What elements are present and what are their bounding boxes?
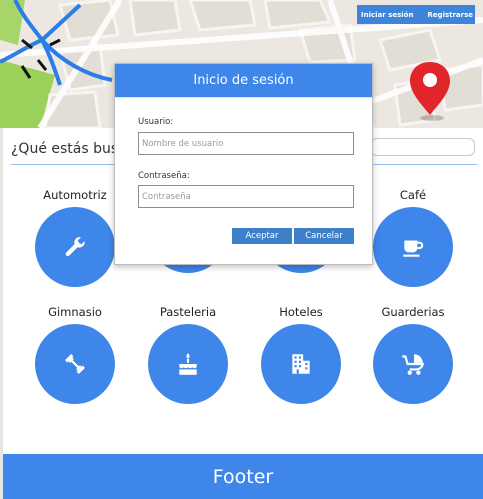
accept-button[interactable]: Aceptar — [232, 228, 292, 244]
category-button[interactable] — [35, 207, 115, 287]
category-label: Automotriz — [43, 188, 107, 202]
cake-icon — [179, 353, 197, 375]
username-label: Usuario: — [138, 117, 174, 127]
stroller-icon — [402, 354, 425, 375]
password-label: Contraseña: — [138, 171, 190, 181]
category-button[interactable] — [373, 324, 453, 404]
category-label: Guarderias — [381, 305, 445, 319]
category-hoteles[interactable]: Hoteles — [251, 305, 351, 404]
search-label: ¿Qué estás bus — [11, 141, 119, 157]
auth-bar: Iniciar sesión Registrarse — [357, 5, 475, 24]
category-button[interactable] — [373, 207, 453, 287]
category-button[interactable] — [261, 324, 341, 404]
modal-title: Inicio de sesión — [193, 73, 294, 88]
coffee-cup-icon — [403, 240, 424, 257]
category-gimnasio[interactable]: Gimnasio — [25, 305, 125, 404]
category-button[interactable] — [35, 324, 115, 404]
password-field[interactable] — [138, 185, 354, 208]
footer: Footer — [3, 454, 483, 499]
category-guarderias[interactable]: Guarderias — [363, 305, 463, 404]
category-button[interactable] — [148, 324, 228, 404]
login-modal: Inicio de sesión Usuario: Contraseña: Ac… — [114, 63, 373, 265]
wrench-icon — [65, 237, 85, 257]
category-cafe[interactable]: Café — [363, 188, 463, 287]
username-field[interactable] — [138, 132, 354, 155]
dumbbell-icon — [65, 354, 85, 374]
register-link[interactable]: Registrarse — [427, 11, 473, 19]
footer-text: Footer — [212, 465, 274, 488]
search-input[interactable] — [371, 138, 475, 156]
category-label: Hoteles — [279, 305, 323, 319]
category-automotriz[interactable]: Automotriz — [25, 188, 125, 287]
category-label: Pasteleria — [159, 305, 217, 319]
category-label: Gimnasio — [48, 305, 102, 319]
category-label: Café — [399, 188, 427, 202]
modal-header: Inicio de sesión — [115, 64, 372, 97]
cancel-button[interactable]: Cancelar — [294, 228, 354, 244]
category-pasteleria[interactable]: Pasteleria — [138, 305, 238, 404]
building-icon — [292, 354, 310, 374]
login-link[interactable]: Iniciar sesión — [361, 11, 413, 19]
modal-divider — [115, 97, 372, 98]
page: Iniciar sesión Registrarse ¿Qué estás bu… — [0, 0, 483, 499]
